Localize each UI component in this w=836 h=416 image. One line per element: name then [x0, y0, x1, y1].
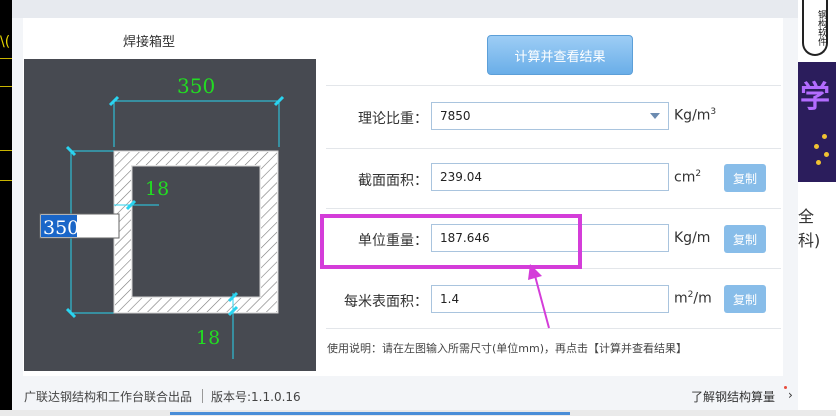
- background-stamp: 钢构软件: [802, 0, 828, 56]
- copy-weight-button[interactable]: 复制: [724, 225, 766, 253]
- background-app-right: 钢构软件 学 全科): [798, 0, 836, 416]
- calculate-button[interactable]: 计算并查看结果: [487, 35, 633, 75]
- learn-more-link[interactable]: 了解钢结构算量: [691, 388, 775, 405]
- weight-unit: Kg/m: [674, 230, 711, 246]
- section-title: 焊接箱型: [123, 35, 176, 50]
- usage-instructions: 使用说明：请在左图输入所需尺寸(单位mm)，再点击【计算并查看结果】: [327, 342, 688, 355]
- dialog-footer: 广联达钢结构和工作台联合出品 版本号:1.1.0.16 了解钢结构算量 ›: [12, 380, 798, 410]
- copy-area-button[interactable]: 复制: [724, 164, 766, 192]
- background-taskbar: [0, 410, 836, 416]
- background-glyph: \(: [0, 34, 11, 50]
- density-unit: Kg/m3: [674, 107, 717, 124]
- surface-unit: m2/m: [674, 290, 712, 307]
- web-thickness-label: 18: [145, 178, 169, 200]
- density-select[interactable]: 7850: [431, 102, 669, 130]
- box-section-shape: [113, 150, 279, 314]
- chevron-down-icon[interactable]: [650, 113, 660, 119]
- area-field[interactable]: 239.04: [431, 163, 669, 191]
- background-ad: 学: [798, 62, 836, 182]
- background-app-left: \(: [0, 0, 12, 416]
- width-dimension-lines: [108, 95, 285, 147]
- area-value: 239.04: [440, 170, 482, 184]
- chevron-right-icon[interactable]: ›: [788, 388, 793, 402]
- background-line: [0, 58, 12, 59]
- diagram-drawing: 350 18 18 350: [39, 74, 285, 359]
- dialog-title-bar: [12, 0, 798, 18]
- area-unit: cm2: [674, 169, 702, 186]
- surface-value: 1.4: [440, 292, 460, 306]
- box-section-diagram: 350 18 18 350: [24, 59, 316, 371]
- area-label: 截面面积：: [358, 173, 428, 189]
- row-separator: [326, 148, 781, 149]
- surface-label: 每米表面积：: [344, 294, 428, 310]
- annotation-arrow: [528, 264, 550, 329]
- footer-divider: [202, 389, 203, 403]
- flange-thickness-label: 18: [196, 327, 220, 349]
- density-value: 7850: [440, 109, 471, 123]
- footer-version: 版本号:1.1.0.16: [211, 390, 301, 404]
- copy-surface-button[interactable]: 复制: [724, 285, 766, 313]
- width-dimension-label: 350: [177, 74, 215, 98]
- background-line: [0, 86, 12, 87]
- background-text: 全科): [798, 207, 821, 250]
- highlight-box: [320, 214, 582, 269]
- row-separator: [326, 85, 781, 86]
- background-line: [0, 180, 12, 181]
- row-separator: [326, 208, 781, 209]
- background-ad-dots: [812, 134, 832, 168]
- background-ad-char: 学: [800, 80, 830, 115]
- height-input-value[interactable]: 350: [43, 217, 79, 239]
- footer-brand: 广联达钢结构和工作台联合出品: [24, 390, 193, 404]
- density-label: 理论比重：: [358, 111, 428, 127]
- notification-dot: [784, 386, 787, 389]
- background-line: [0, 150, 12, 151]
